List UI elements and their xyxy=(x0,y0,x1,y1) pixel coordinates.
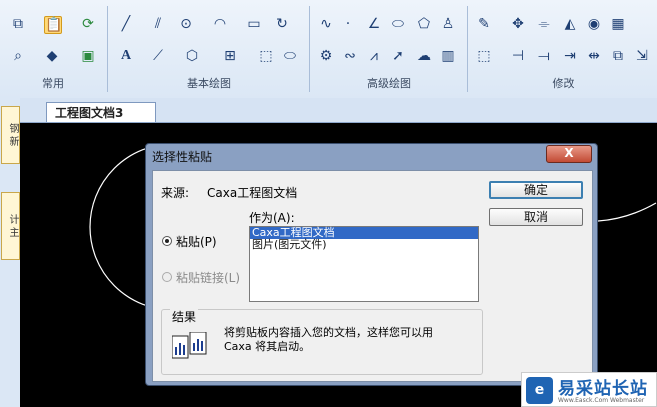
result-description-line2: Caxa 将其启动。 xyxy=(224,340,311,353)
group-label-modify: 修改 xyxy=(552,77,575,90)
paste-radio[interactable] xyxy=(162,236,172,246)
zoom-icon[interactable]: ⌕ xyxy=(10,48,26,64)
watermark-logo-icon: e xyxy=(526,377,553,404)
list-item[interactable]: 图片(图元文件) xyxy=(250,239,478,251)
block-icon[interactable]: ⬡ xyxy=(184,48,200,64)
group-divider xyxy=(309,6,310,92)
break-icon[interactable]: ⟞ xyxy=(536,48,552,64)
group-label-advanced-draw: 高级绘图 xyxy=(367,77,411,90)
cloud-icon[interactable]: ☁ xyxy=(416,48,432,64)
paste-icon[interactable]: 📋 xyxy=(44,16,62,34)
document-tab-bar: 工程图文档3 xyxy=(20,98,657,123)
paste-link-radio[interactable] xyxy=(162,272,172,282)
watermark-name: 易采站长站 xyxy=(558,379,648,399)
refresh-icon[interactable]: ⟳ xyxy=(80,16,96,32)
side-tab-2[interactable]: 计 主 xyxy=(1,192,20,260)
ellipse-icon[interactable]: ⬭ xyxy=(390,16,406,32)
cancel-button[interactable]: 取消 xyxy=(489,208,583,226)
insert-icon[interactable]: ⊞ xyxy=(222,48,238,64)
group-label-basic-draw: 基本绘图 xyxy=(187,77,231,90)
curve-arrow-icon[interactable]: ↻ xyxy=(274,16,290,32)
properties-icon[interactable]: ▣ xyxy=(80,48,96,64)
zigzag-icon[interactable]: ⩘ xyxy=(366,48,382,64)
copy-icon[interactable]: ⧉ xyxy=(10,16,26,32)
rectangle-icon[interactable]: ▭ xyxy=(246,16,262,32)
group-divider xyxy=(467,6,468,92)
paint-icon[interactable]: ◆ xyxy=(44,48,60,64)
hatch-line-icon[interactable]: ⟋ xyxy=(150,48,166,64)
tab-document[interactable]: 工程图文档3 xyxy=(46,102,156,122)
circle-icon[interactable]: ⊙ xyxy=(178,16,194,32)
ribbon-toolbar: ⧉ 📋 ⟳ ⌕ ◆ ▣ 常用 ╱ ⫽ ⊙ ◠ ▭ ↻ A ⟋ ⬡ ⊞ ⬚ ⬭ 基… xyxy=(0,0,657,99)
angle-line-icon[interactable]: ∠ xyxy=(366,16,382,32)
group-modify: ✎ ✥ ⌯ ◭ ◉ ▦ ⬚ ⊣ ⟞ ⇥ ⇹ ⧉ ⇲ 修改 xyxy=(470,4,657,94)
group-advanced-draw: ∿ · ∠ ⬭ ⬠ ♙ ⚙ ∾ ⩘ ➚ ☁ ▥ 高级绘图 xyxy=(312,4,466,94)
group-label-common: 常用 xyxy=(42,77,64,90)
text-icon[interactable]: A xyxy=(118,48,134,64)
source-value: Caxa工程图文档 xyxy=(207,186,298,200)
ok-button[interactable]: 确定 xyxy=(489,181,583,199)
wave-icon[interactable]: ∾ xyxy=(342,48,358,64)
gear-icon[interactable]: ⚙ xyxy=(318,48,334,64)
copy-object-icon[interactable]: ⧉ xyxy=(610,48,626,64)
trim-icon[interactable]: ⌯ xyxy=(536,16,552,32)
figure-icon[interactable]: ♙ xyxy=(440,16,456,32)
format-listbox[interactable]: Caxa工程图文档 图片(图元文件) xyxy=(249,226,479,302)
watermark-subtitle: Www.Easck.Com Webmaster xyxy=(558,397,645,404)
rotate-icon[interactable]: ◉ xyxy=(586,16,602,32)
fill-shape-icon[interactable]: ⬭ xyxy=(282,48,298,64)
group-basic-draw: ╱ ⫽ ⊙ ◠ ▭ ↻ A ⟋ ⬡ ⊞ ⬚ ⬭ 基本绘图 xyxy=(110,4,308,94)
as-label: 作为(A): xyxy=(249,211,295,225)
bars-icon[interactable]: ▥ xyxy=(440,48,456,64)
export-icon[interactable]: ⇥ xyxy=(562,48,578,64)
paste-link-option-label[interactable]: 粘贴链接(L) xyxy=(176,269,240,286)
move-icon[interactable]: ✥ xyxy=(510,16,526,32)
result-label: 结果 xyxy=(170,308,199,325)
line-icon[interactable]: ╱ xyxy=(118,16,134,32)
brush-icon[interactable]: ✎ xyxy=(476,16,492,32)
close-button[interactable]: X xyxy=(546,145,592,163)
drawn-arc[interactable] xyxy=(597,202,657,222)
arc-icon[interactable]: ◠ xyxy=(212,16,228,32)
group-common: ⧉ 📋 ⟳ ⌕ ◆ ▣ 常用 xyxy=(0,4,106,94)
parallel-line-icon[interactable]: ⫽ xyxy=(150,16,166,32)
extend-icon[interactable]: ⊣ xyxy=(510,48,526,64)
polygon-icon[interactable]: ⬠ xyxy=(416,16,432,32)
site-watermark: e 易采站长站 Www.Easck.Com Webmaster xyxy=(521,372,657,407)
select-icon[interactable]: ⬚ xyxy=(476,48,492,64)
dialog-title: 选择性粘贴 xyxy=(152,150,213,164)
point-icon[interactable]: · xyxy=(340,16,356,32)
mirror-icon[interactable]: ◭ xyxy=(562,16,578,32)
dialog-body: 来源: Caxa工程图文档 作为(A): 粘贴(P) 粘贴链接(L) Caxa工… xyxy=(152,170,593,382)
paste-special-dialog: 选择性粘贴 X 来源: Caxa工程图文档 作为(A): 粘贴(P) 粘贴链接(… xyxy=(145,143,598,386)
frame-icon[interactable]: ⬚ xyxy=(258,48,274,64)
source-label: 来源: xyxy=(161,186,190,200)
side-tab-1[interactable]: 钢 新 xyxy=(1,106,20,164)
scale-icon[interactable]: ⇲ xyxy=(634,48,650,64)
group-divider xyxy=(107,6,108,92)
result-group: 结果 将剪贴板内容插入您的文档，这样您可以用 Caxa 将其启动。 xyxy=(161,308,483,375)
stretch-icon[interactable]: ⇹ xyxy=(586,48,602,64)
paste-picture-icon xyxy=(172,332,207,359)
paste-option-label[interactable]: 粘贴(P) xyxy=(176,233,217,250)
spline-icon[interactable]: ∿ xyxy=(318,16,334,32)
array-icon[interactable]: ▦ xyxy=(610,16,626,32)
left-panel-strip: 钢 新 计 主 xyxy=(0,98,20,407)
arrow-icon[interactable]: ➚ xyxy=(390,48,406,64)
